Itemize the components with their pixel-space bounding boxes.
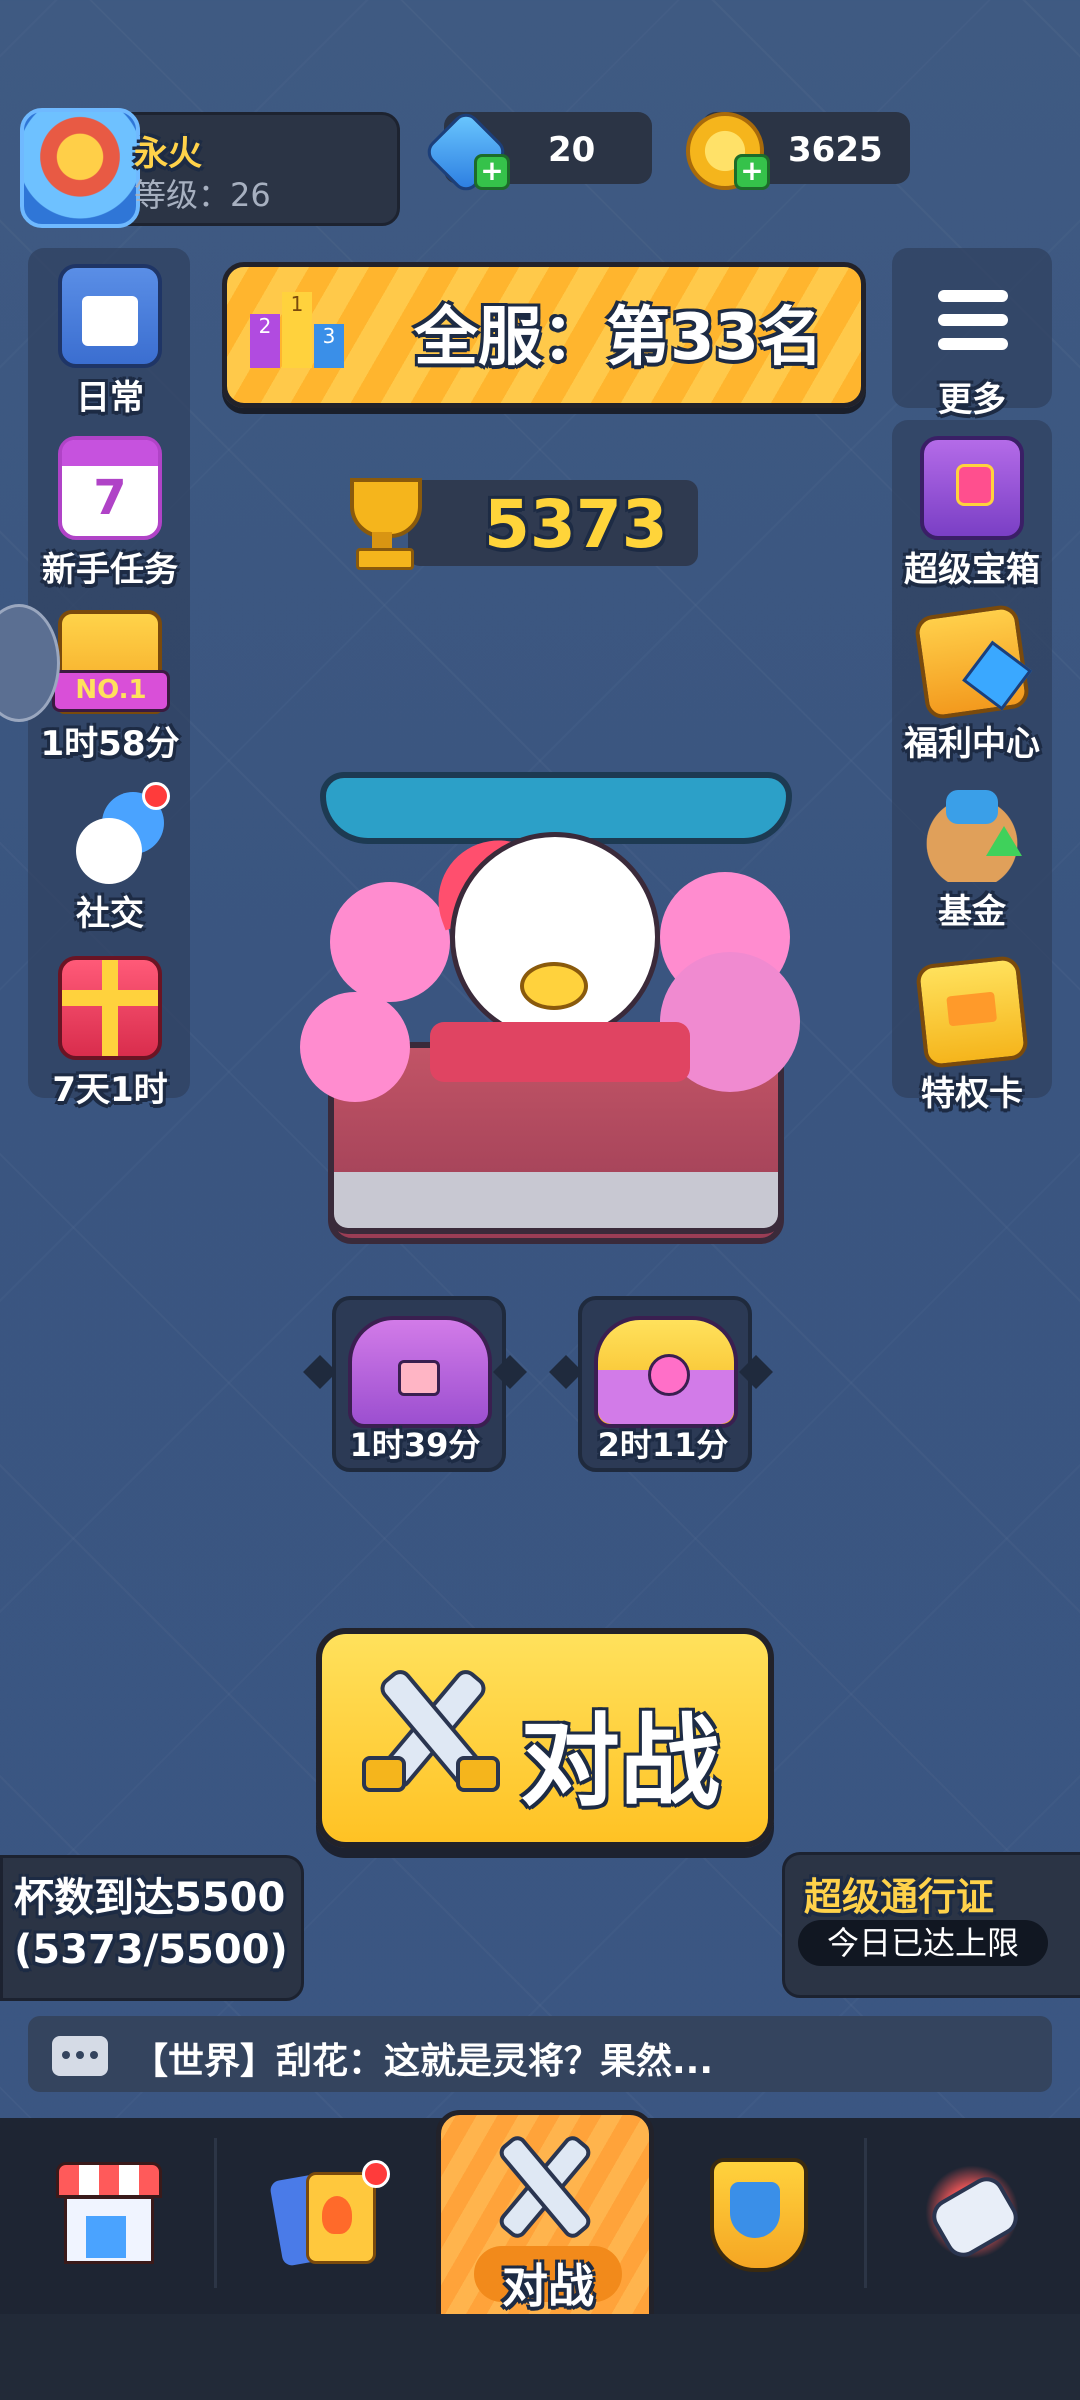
nav-clan[interactable]	[706, 2158, 808, 2272]
super-chest-icon	[920, 436, 1024, 540]
trophy-quest-goal: 杯数到达5500	[14, 1875, 286, 1921]
no1-podium-icon: NO.1	[52, 610, 170, 714]
gift-icon	[58, 956, 162, 1060]
trophy-quest-progress: (5373/5500)	[14, 1927, 288, 1973]
cards-notification-dot	[362, 2160, 390, 2188]
fund-bag-icon	[924, 786, 1022, 882]
super-pass-status: 今日已达上限	[798, 1920, 1048, 1966]
menu-privilege-card[interactable]: 特权卡	[882, 954, 1062, 1115]
menu-daily-label: 日常	[76, 378, 144, 418]
add-gems-icon[interactable]: +	[474, 154, 510, 190]
shop-icon	[56, 2162, 162, 2264]
chest-icon	[348, 1316, 492, 1428]
chat-bubbles-icon	[62, 782, 170, 884]
nav-shop[interactable]	[52, 2162, 162, 2266]
server-rank: 全服：第33名	[414, 301, 824, 375]
nav-power[interactable]	[906, 2150, 1036, 2274]
chest-2-timer: 2时11分	[597, 1426, 729, 1464]
crossed-swords-icon	[352, 1656, 502, 1806]
menu-more[interactable]: 更多	[882, 274, 1062, 421]
power-fist-icon	[906, 2150, 1036, 2274]
menu-more-label: 更多	[938, 380, 1006, 420]
trophy-quest-text: 杯数到达5500 (5373/5500)	[14, 1872, 288, 1976]
player-name: 永火	[134, 134, 202, 174]
chest-1-timer: 1时39分	[349, 1426, 481, 1464]
calendar-icon: 7	[58, 436, 162, 540]
menu-gift[interactable]: 7天1时	[20, 956, 200, 1111]
list-icon	[924, 274, 1020, 370]
chat-icon	[52, 2036, 108, 2076]
world-chat-message: 【世界】刮花：这就是灵将？果然...	[132, 2041, 714, 2082]
clan-shield-icon	[710, 2158, 808, 2272]
menu-social[interactable]: 社交	[20, 782, 200, 935]
chest-icon	[594, 1316, 738, 1428]
trophy-icon	[336, 478, 428, 570]
menu-gift-timer: 7天1时	[52, 1070, 168, 1110]
menu-super-chest-label: 超级宝箱	[904, 550, 1040, 590]
add-gold-icon[interactable]: +	[734, 154, 770, 190]
menu-welfare-center[interactable]: 福利中心	[882, 603, 1062, 765]
menu-privilege-label: 特权卡	[921, 1074, 1023, 1114]
gem-amount: 20	[548, 130, 596, 170]
nav-battle-label: 对战	[502, 2259, 594, 2313]
system-gesture-bar	[0, 2314, 1080, 2400]
nav-cards[interactable]	[269, 2160, 390, 2270]
menu-fund[interactable]: 基金	[882, 786, 1062, 933]
welfare-icon	[913, 603, 1033, 721]
trophy-count: 5373	[484, 486, 668, 563]
podium-icon: 2 1 3	[250, 292, 344, 368]
menu-newbie-tasks[interactable]: 7 新手任务	[20, 436, 200, 591]
clipboard-icon	[58, 264, 162, 368]
menu-leaderboard-timer: 1时58分	[40, 724, 180, 764]
menu-daily[interactable]: 日常	[20, 264, 200, 419]
menu-welfare-label: 福利中心	[904, 724, 1040, 764]
menu-super-chest[interactable]: 超级宝箱	[882, 436, 1062, 591]
player-avatar[interactable]	[20, 108, 140, 228]
battle-swords-icon	[482, 2124, 602, 2244]
menu-fund-label: 基金	[938, 892, 1006, 932]
menu-newbie-tasks-label: 新手任务	[42, 550, 178, 590]
menu-social-label: 社交	[76, 894, 144, 934]
player-level: 等级：26	[134, 176, 271, 214]
battle-button-label: 对战	[520, 1703, 720, 1820]
nav-divider	[864, 2138, 867, 2288]
gold-amount: 3625	[788, 130, 883, 170]
privilege-card-icon	[914, 954, 1030, 1070]
arena-lucky-cat-scene[interactable]	[300, 752, 800, 1244]
super-pass-title: 超级通行证	[804, 1875, 995, 1919]
nav-divider	[214, 2138, 217, 2288]
